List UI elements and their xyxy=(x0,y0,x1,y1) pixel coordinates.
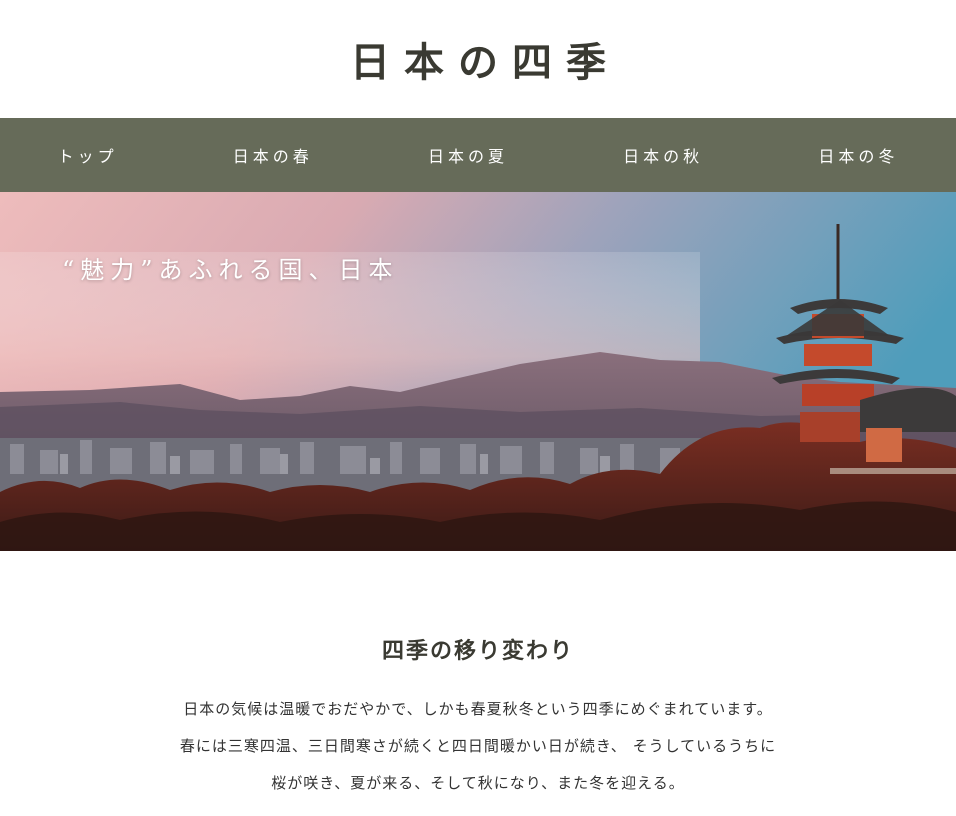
section-paragraph-line: 桜が咲き、夏が来る、そして秋になり、また冬を迎える。 xyxy=(271,774,685,792)
main-nav: トップ 日本の春 日本の夏 日本の秋 日本の冬 xyxy=(0,118,956,192)
site-title[interactable]: 日本の四季 xyxy=(336,30,620,88)
hero-image xyxy=(0,192,956,551)
main-content: 四季の移り変わり 日本の気候は温暖でおだやかで、しかも春夏秋冬という四季にめぐま… xyxy=(0,551,956,816)
page: 日本の四季 トップ 日本の春 日本の夏 日本の秋 日本の冬 “魅力”あふれる国、… xyxy=(0,0,956,816)
section-heading: 四季の移り変わり xyxy=(381,638,574,664)
section-paragraph-line: 日本の気候は温暖でおだやかで、しかも春夏秋冬という四季にめぐまれています。 xyxy=(183,700,773,718)
nav-item-winter[interactable]: 日本の冬 xyxy=(806,135,910,175)
site-header: 日本の四季 xyxy=(0,0,956,118)
section-body: 日本の気候は温暖でおだやかで、しかも春夏秋冬という四季にめぐまれています。 春に… xyxy=(0,691,956,802)
hero-banner: “魅力”あふれる国、日本 xyxy=(0,192,956,551)
nav-item-spring[interactable]: 日本の春 xyxy=(221,135,325,175)
nav-item-summer[interactable]: 日本の夏 xyxy=(416,135,520,175)
nav-item-top[interactable]: トップ xyxy=(46,135,130,175)
hero-caption: “魅力”あふれる国、日本 xyxy=(62,256,399,284)
section-paragraph-line: 春には三寒四温、三日間寒さが続くと四日間暖かい日が続き、 そうしているうちに xyxy=(179,737,777,755)
nav-item-autumn[interactable]: 日本の秋 xyxy=(611,135,715,175)
